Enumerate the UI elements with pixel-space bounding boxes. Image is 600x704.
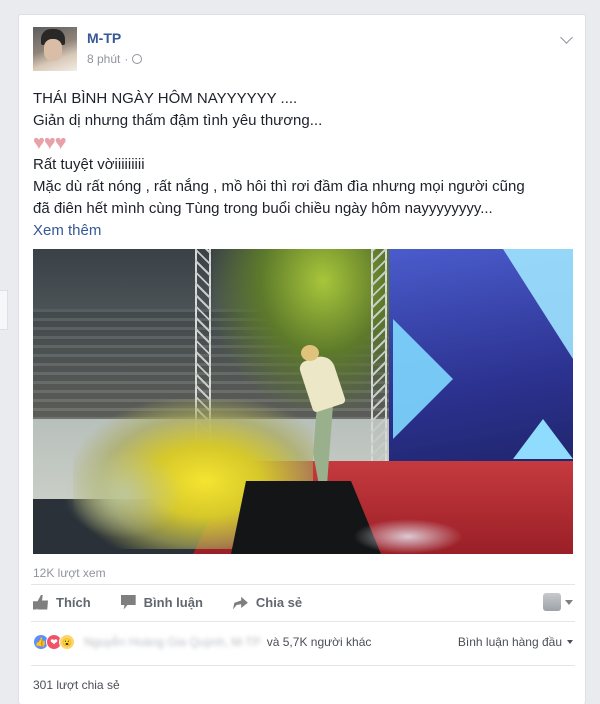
post-timestamp[interactable]: 8 phút [87,52,120,66]
heart-icons: ♥♥♥ [33,132,67,154]
top-comments-dropdown[interactable]: Bình luận hàng đầu [458,635,573,649]
comment-label: Bình luận [143,594,203,610]
caret-down-icon [565,599,573,605]
audience-selector[interactable] [543,593,573,611]
share-button[interactable]: Chia sẻ [232,594,303,610]
post-photo[interactable] [33,249,573,554]
author-avatar[interactable] [33,27,77,71]
post-header: M-TP 8 phút · [33,27,143,77]
caret-down-icon [567,640,573,644]
globe-icon[interactable] [132,54,143,64]
like-label: Thích [56,594,91,610]
comment-button[interactable]: Bình luận [120,594,203,610]
like-button[interactable]: Thích [33,594,91,610]
left-panel-edge [0,290,8,330]
post-line: THÁI BÌNH NGÀY HÔM NAYYYYYY .... [33,90,298,107]
reactions-row: 👍 ❤ 😮 Nguyễn Hoàng Gia Quỳnh, M-TP và 5,… [33,633,573,651]
separator-dot: · [124,52,129,66]
reaction-others[interactable]: và 5,7K người khác [267,635,372,649]
post-line: Giản dị nhưng thấm đậm tình yêu thương..… [33,112,323,129]
view-count[interactable]: 12K lượt xem [33,566,106,580]
post-line: đã điên hết mình cùng Tùng trong buổi ch… [33,200,493,217]
chevron-down-icon[interactable] [560,31,573,44]
post-text: THÁI BÌNH NGÀY HÔM NAYYYYYY .... Giản dị… [33,88,573,242]
divider [31,665,575,666]
share-label: Chia sẻ [255,594,303,610]
post-time-row: 8 phút · [87,52,143,66]
reaction-names[interactable]: Nguyễn Hoàng Gia Quỳnh, M-TP [84,635,261,649]
performer [297,345,353,485]
see-more-link[interactable]: Xem thêm [33,220,573,242]
share-icon [232,596,248,610]
comment-icon [120,594,136,610]
action-bar: Thích Bình luận Chia sẻ [33,592,573,612]
share-count[interactable]: 301 lượt chia sẻ [33,678,120,692]
post-meta: M-TP 8 phút · [87,27,143,77]
wow-reaction-icon[interactable]: 😮 [59,634,75,650]
top-comments-label: Bình luận hàng đầu [457,635,562,649]
post-card: M-TP 8 phút · THÁI BÌNH NGÀY HÔM NAYYYYY… [18,14,586,704]
user-avatar-icon [543,593,561,611]
post-line: Rất tuyệt vờiiiiiiiii [33,156,145,173]
like-icon [33,594,48,610]
divider [31,584,575,585]
divider [31,621,575,622]
author-name[interactable]: M-TP [87,30,142,46]
post-line: Mặc dù rất nóng , rất nắng , mồ hôi thì … [33,178,525,195]
